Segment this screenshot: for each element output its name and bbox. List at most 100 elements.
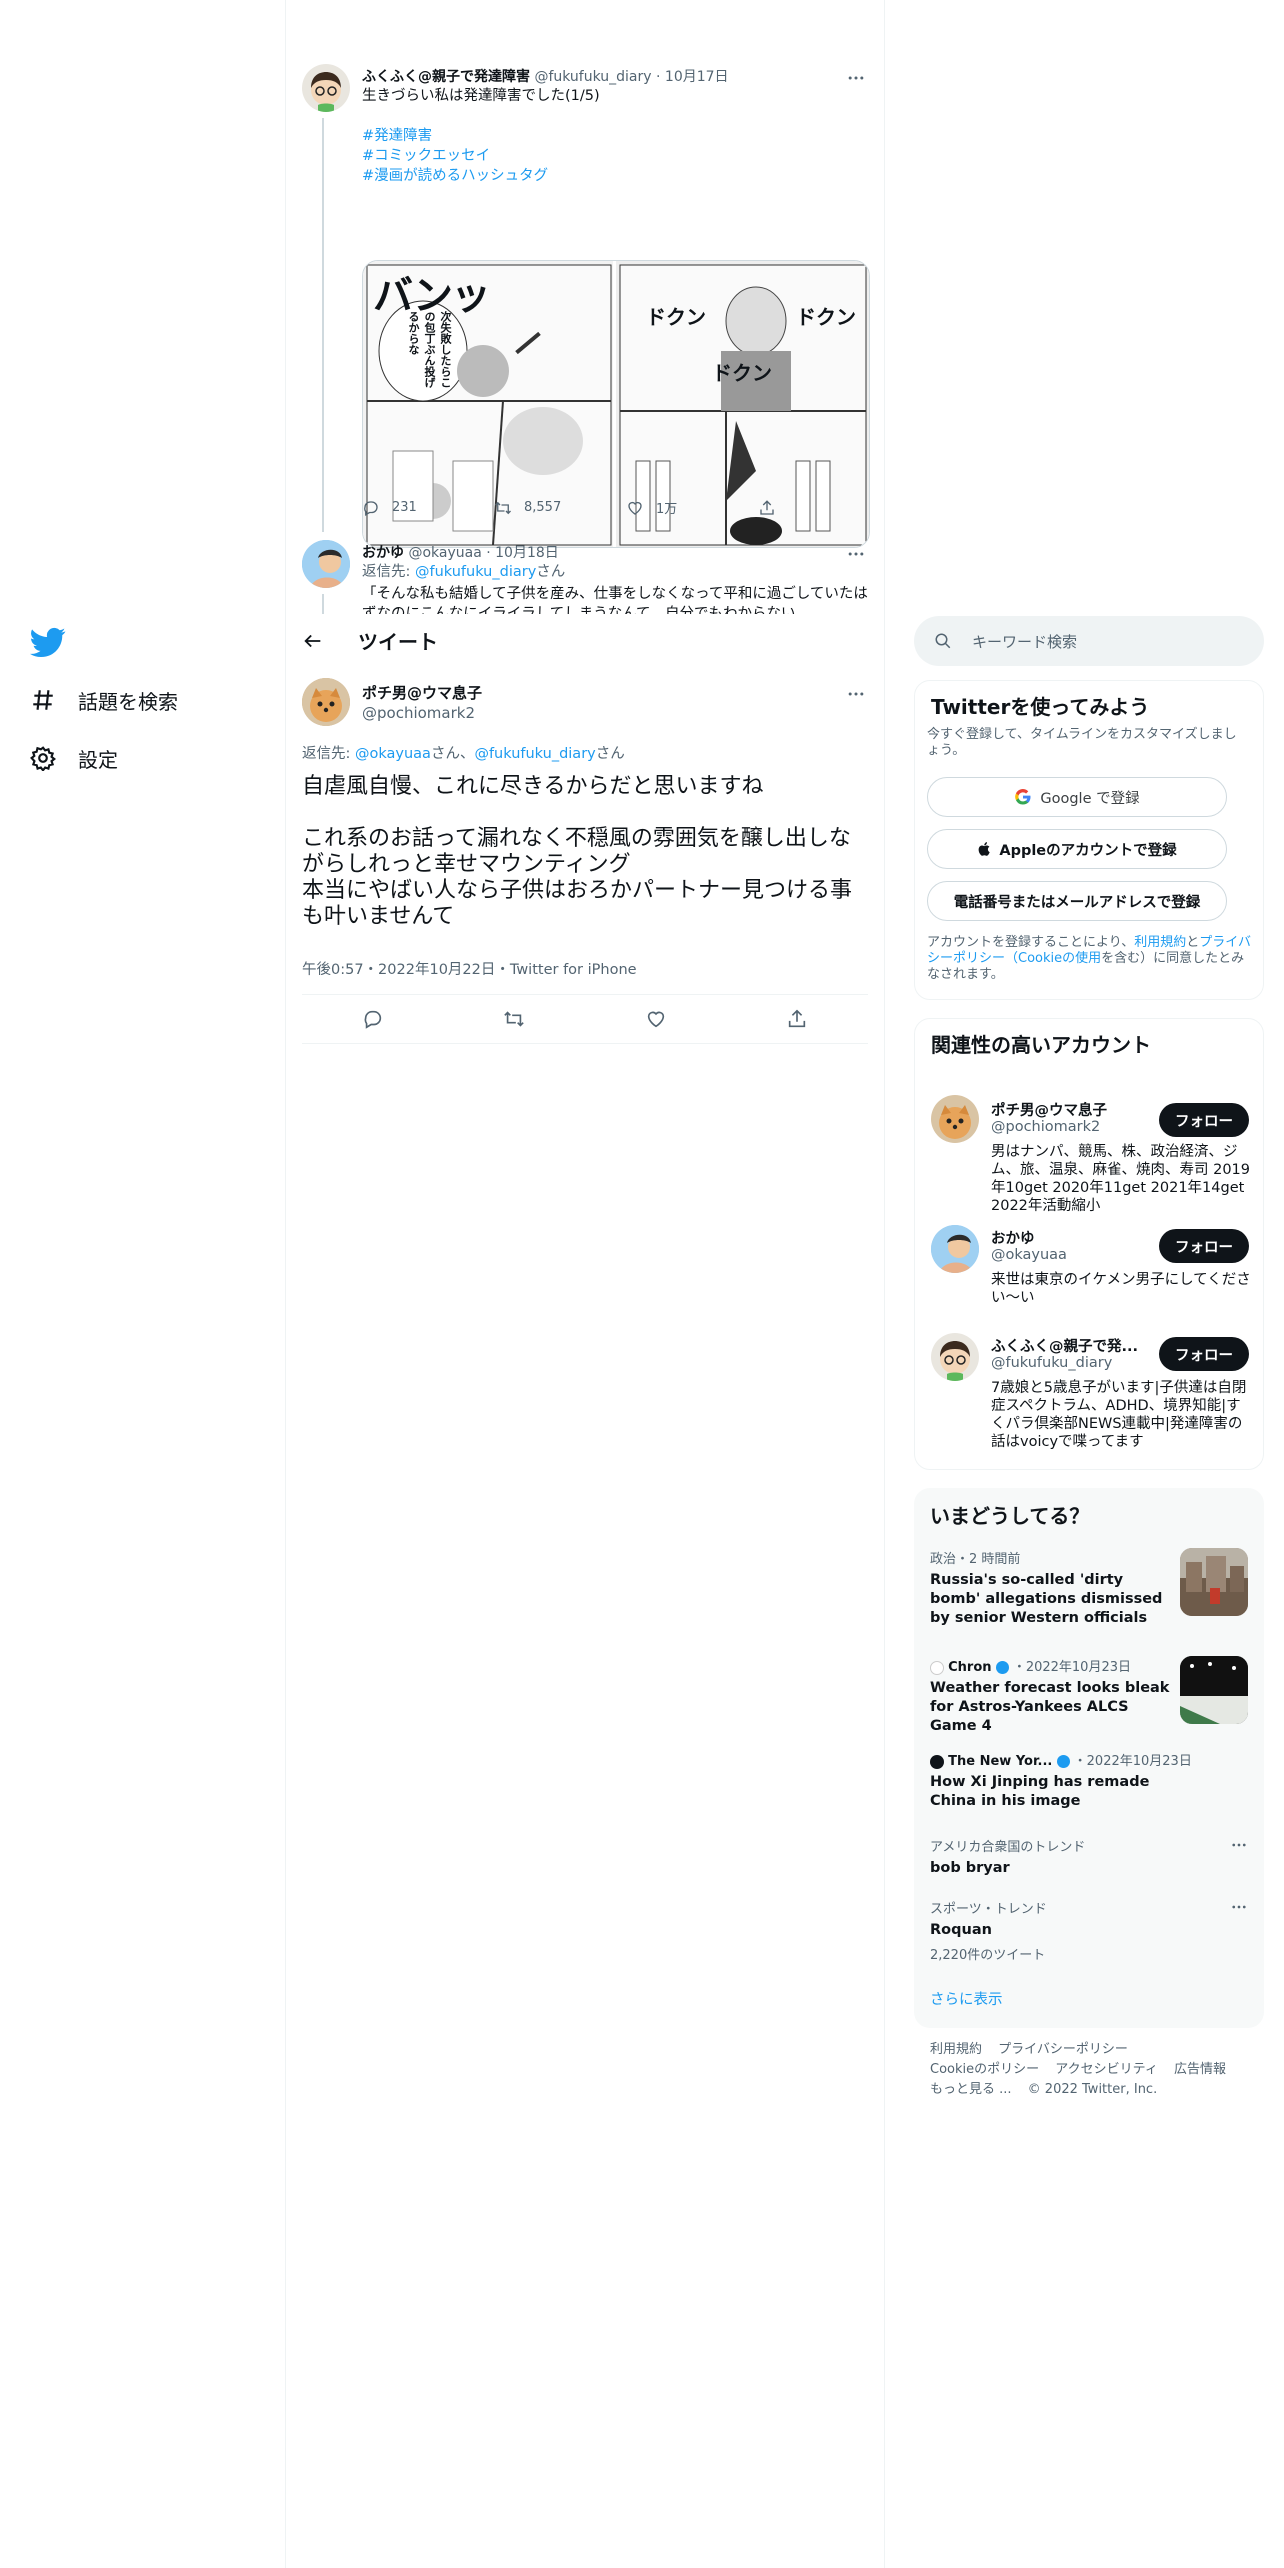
terms-link[interactable]: 利用規約 <box>1134 935 1186 950</box>
footer-more-link[interactable]: もっと見る ... <box>930 2082 1012 2097</box>
author-handle[interactable]: @pochiomark2 <box>362 704 475 722</box>
follow-button[interactable]: フォロー <box>1159 1337 1249 1371</box>
tweet-actions: 231 8,557 1万 <box>362 498 890 517</box>
tweet-text: 「そんな私も結婚して子供を産み、仕事をしなくなって平和に過ごしていたはずなのにこ… <box>362 586 868 614</box>
nav-explore[interactable]: 話題を検索 <box>30 680 178 720</box>
related-accounts-card: 関連性の高いアカウント ポチ男@ウマ息子 @pochiomark2 フォロー 男… <box>914 1018 1264 1470</box>
share-button[interactable] <box>758 498 890 517</box>
author-name[interactable]: おかゆ <box>362 545 404 561</box>
reply-to-link[interactable]: @fukufuku_diary <box>415 564 536 580</box>
hashtag-link[interactable]: #漫画が読めるハッシュタグ <box>362 166 548 186</box>
more-icon[interactable] <box>846 684 866 704</box>
manga-bubble: 次失敗したらこの包丁ぶん投げるからな <box>407 311 452 388</box>
page-title: ツイート <box>358 630 438 654</box>
avatar[interactable] <box>931 1225 979 1273</box>
tweet-actions <box>302 994 868 1044</box>
follow-button[interactable]: フォロー <box>1159 1229 1249 1263</box>
author-name[interactable]: ふくふく@親子で発達障害 <box>362 69 530 85</box>
author-handle[interactable]: @okayuaa <box>408 545 481 561</box>
reply-context: 返信先: @okayuaaさん、@fukufuku_diaryさん <box>302 746 625 762</box>
share-icon <box>760 499 774 515</box>
trend-thumbnail <box>1180 1548 1248 1616</box>
account-bio: 7歳娘と5歳息子がいます|子供達は自閉症スペクトラム、ADHD、境界知能|すくパ… <box>991 1380 1247 1450</box>
google-icon <box>1015 789 1031 805</box>
trend-category: アメリカ合衆国のトレンド <box>930 1840 1086 1855</box>
account-name: ふくふく@親子で発... <box>991 1339 1139 1355</box>
account-item[interactable]: ふくふく@親子で発... @fukufuku_diary フォロー 7歳娘と5歳… <box>915 1325 1265 1465</box>
footer-ads-link[interactable]: 広告情報 <box>1174 2062 1226 2077</box>
avatar[interactable] <box>302 678 350 726</box>
account-item[interactable]: ポチ男@ウマ息子 @pochiomark2 フォロー 男はナンパ、競馬、株、政治… <box>915 1079 1265 1214</box>
thread-connector <box>322 118 324 532</box>
more-icon[interactable] <box>1230 1836 1248 1854</box>
share-icon[interactable] <box>786 1008 808 1030</box>
retweet-icon <box>495 501 511 514</box>
manga-sfx: ドクン <box>646 305 706 329</box>
retweet-button[interactable]: 8,557 <box>494 498 626 517</box>
tweet-date[interactable]: 10月18日 <box>495 545 559 561</box>
phone-email-signup-button[interactable]: 電話番号またはメールアドレスで登録 <box>927 881 1227 921</box>
trend-item[interactable]: アメリカ合衆国のトレンド bob bryar <box>930 1836 1248 1886</box>
like-count: 1万 <box>656 502 678 517</box>
account-item[interactable]: おかゆ @okayuaa フォロー 来世は東京のイケメン男子にしてください〜い <box>915 1217 1265 1317</box>
trend-category: スポーツ・トレンド <box>930 1902 1047 1917</box>
search-input[interactable]: キーワード検索 <box>914 616 1264 666</box>
account-handle: @pochiomark2 <box>991 1119 1101 1135</box>
reply-to-link[interactable]: @okayuaa <box>355 746 431 762</box>
trend-tweet-count: 2,220件のツイート <box>930 1948 1046 1963</box>
footer-terms-link[interactable]: 利用規約 <box>930 2042 982 2057</box>
google-signup-button[interactable]: Google で登録 <box>927 777 1227 817</box>
author-name[interactable]: ポチ男@ウマ息子 <box>362 682 482 703</box>
account-handle: @fukufuku_diary <box>991 1355 1113 1371</box>
footer-cookie-link[interactable]: Cookieのポリシー <box>930 2062 1039 2077</box>
more-icon[interactable] <box>846 544 866 564</box>
tweet-date[interactable]: 10月17日 <box>665 69 729 85</box>
heart-icon[interactable] <box>645 1008 667 1030</box>
nav-settings[interactable]: 設定 <box>30 738 118 778</box>
trend-item[interactable]: Chron ・2022年10月23日 Weather forecast look… <box>930 1656 1248 1736</box>
back-arrow-icon[interactable] <box>302 630 324 652</box>
avatar[interactable] <box>302 64 350 112</box>
retweet-count: 8,557 <box>524 500 562 515</box>
avatar[interactable] <box>931 1333 979 1381</box>
avatar[interactable] <box>931 1095 979 1143</box>
account-handle: @okayuaa <box>991 1247 1067 1263</box>
tweet-meta[interactable]: 午後0:57・2022年10月22日・Twitter for iPhone <box>302 958 637 979</box>
account-bio: 来世は東京のイケメン男子にしてください〜い <box>991 1272 1251 1306</box>
retweet-icon[interactable] <box>503 1008 525 1030</box>
trend-item[interactable]: スポーツ・トレンド Roquan 2,220件のツイート <box>930 1898 1248 1963</box>
gear-icon <box>30 746 56 771</box>
hashtag-link[interactable]: #発達障害 <box>362 126 548 146</box>
thread-tweet-1[interactable]: ふくふく@親子で発達障害 @fukufuku_diary · 10月17日 生き… <box>286 62 884 548</box>
column-divider-right <box>884 0 885 2568</box>
thread-tweet-2[interactable]: おかゆ @okayuaa · 10月18日 返信先: @fukufuku_dia… <box>286 538 884 614</box>
account-bio: 男はナンパ、競馬、株、政治経済、ジム、旅、温泉、麻雀、焼肉、寿司 2019年10… <box>991 1144 1251 1214</box>
footer-accessibility-link[interactable]: アクセシビリティ <box>1055 2062 1158 2077</box>
hashtag-link[interactable]: #コミックエッセイ <box>362 146 548 166</box>
footer-privacy-link[interactable]: プライバシーポリシー <box>998 2042 1128 2057</box>
apple-signup-button[interactable]: Appleのアカウントで登録 <box>927 829 1227 869</box>
account-name: おかゆ <box>991 1231 1035 1247</box>
twitter-logo-icon[interactable] <box>30 624 66 660</box>
trend-item[interactable]: 政治・2 時間前 Russia's so-called 'dirty bomb'… <box>930 1548 1248 1638</box>
tweet-text: 自虐風自慢、これに尽きるからだと思いますね これ系のお話って漏れなく不穏風の雰囲… <box>302 774 853 929</box>
trends-title: いまどうしてる？ <box>930 1504 1090 1528</box>
reply-icon[interactable] <box>362 1008 384 1030</box>
follow-button[interactable]: フォロー <box>1159 1103 1249 1137</box>
reply-to-link[interactable]: @fukufuku_diary <box>474 746 595 762</box>
manga-sfx: ドクン <box>712 361 772 385</box>
more-icon[interactable] <box>846 68 866 88</box>
show-more-link[interactable]: さらに表示 <box>930 1988 1003 2009</box>
search-icon <box>935 633 951 649</box>
signup-title: Twitterを使ってみよう <box>931 695 1150 719</box>
tweet-header-bar: ツイート <box>286 614 884 667</box>
like-button[interactable]: 1万 <box>626 498 758 517</box>
heart-icon <box>628 501 642 515</box>
trend-item[interactable]: The New Yor... ・2022年10月23日 How Xi Jinpi… <box>930 1750 1248 1820</box>
more-icon[interactable] <box>1230 1898 1248 1916</box>
trend-source: The New Yor... ・2022年10月23日 <box>930 1750 1248 1769</box>
author-handle[interactable]: @fukufuku_diary <box>534 69 651 85</box>
tweet-text: 生きづらい私は発達障害でした(1/5) <box>362 88 600 104</box>
reply-button[interactable]: 231 <box>362 498 494 517</box>
avatar[interactable] <box>302 540 350 588</box>
